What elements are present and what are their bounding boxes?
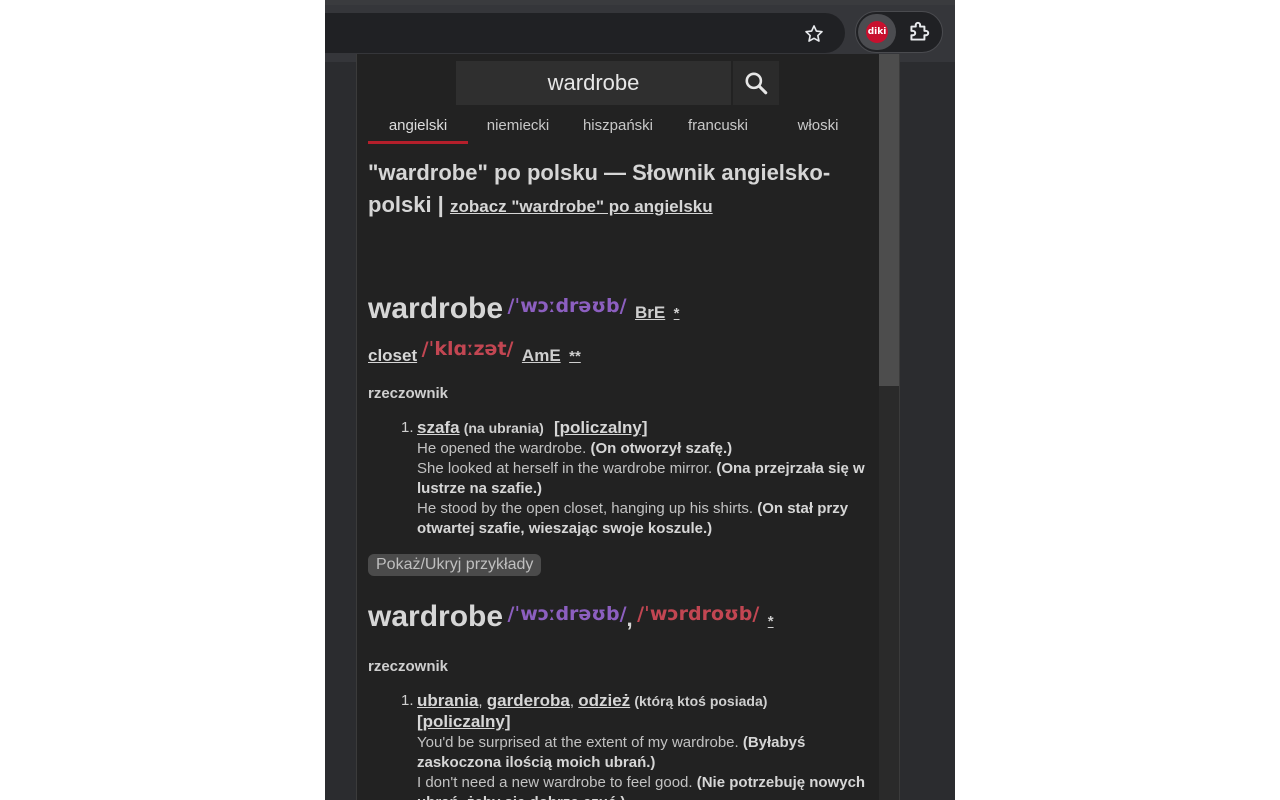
example-sentence: He opened the wardrobe. (On otworzył sza… [417,440,733,457]
meaning-body: ubrania, garderoba, odzież (którą ktoś p… [417,691,869,800]
translation-link[interactable]: szafa [417,418,460,437]
part-of-speech: rzeczownik [368,658,449,675]
tab-hiszpanski[interactable]: hiszpański [568,116,668,144]
meaning-number: 1. [401,419,414,436]
tab-niemiecki[interactable]: niemiecki [468,116,568,144]
grammar-tag[interactable]: [policzalny] [554,418,648,437]
headword: wardrobe [368,600,504,633]
headword-line-3: wardrobe /ˈwɔːdrəʊb/, /ˈwɔrdroʊb/ * [368,600,774,634]
meaning-number: 1. [401,692,414,709]
meaning-note: (na ubrania) [463,420,544,436]
tab-francuski[interactable]: francuski [668,116,768,144]
meaning-item: 1. szafa (na ubrania) [policzalny] He op… [401,418,869,539]
english-definition-link[interactable]: zobacz "wardrobe" po angielsku [450,197,713,216]
frequency-stars[interactable]: ** [569,348,581,365]
frequency-star[interactable]: * [674,305,680,322]
ipa-bre[interactable]: /ˈwɔːdrəʊb/ [507,603,626,625]
ipa-ame[interactable]: /ˈwɔrdroʊb/ [637,603,759,625]
example-sentence: You'd be surprised at the extent of my w… [417,734,806,771]
diki-popup: angielski niemiecki hiszpański francuski… [356,54,900,800]
ipa-ame[interactable]: /ˈklɑːzət/ [422,338,514,360]
address-bar[interactable] [325,13,845,53]
translation-link[interactable]: garderoba [487,691,570,710]
star-outline-icon[interactable] [803,23,825,45]
diki-logo-icon: diki [866,21,888,43]
tab-angielski[interactable]: angielski [368,116,468,144]
tab-wloski[interactable]: włoski [768,116,868,144]
browser-window: diki angielski niemiecki [325,0,955,800]
grammar-tag[interactable]: [policzalny] [417,712,511,731]
translation-link[interactable]: odzież [578,691,630,710]
search-button[interactable] [733,61,779,105]
headword-line-2: closet /ˈklɑːzət/ AmE ** [368,338,581,366]
ipa-bre[interactable]: /ˈwɔːdrəʊb/ [507,295,626,317]
page-title: "wardrobe" po polsku — Słownik angielsko… [368,157,858,223]
headword: wardrobe [368,292,504,325]
example-sentence: He stood by the open closet, hanging up … [417,500,849,537]
extensions-area: diki [855,11,943,53]
region-bre-label[interactable]: BrE [635,303,665,322]
frequency-star[interactable]: * [768,613,774,630]
meaning-item: 1. ubrania, garderoba, odzież (którą kto… [401,691,869,800]
separator-comma: , [626,606,633,631]
part-of-speech: rzeczownik [368,385,449,402]
headword-line-1: wardrobe /ˈwɔːdrəʊb/ BrE * [368,292,680,326]
example-sentence: She looked at herself in the wardrobe mi… [417,460,865,497]
region-ame-label[interactable]: AmE [522,346,561,365]
translation-link[interactable]: ubrania [417,691,478,710]
example-sentence: I don't need a new wardrobe to feel good… [417,774,866,800]
meaning-body: szafa (na ubrania) [policzalny] He opene… [417,418,869,539]
search-box [456,61,731,105]
alt-headword[interactable]: closet [368,346,417,365]
scrollbar-track[interactable] [879,54,899,800]
language-tabs: angielski niemiecki hiszpański francuski… [368,116,868,144]
diki-extension-button[interactable]: diki [858,14,896,50]
scrollbar-thumb[interactable] [879,54,899,386]
toggle-examples-button[interactable]: Pokaż/Ukryj przykłady [368,554,542,576]
meaning-note: (którą ktoś posiada) [634,693,768,709]
magnifier-icon [745,72,768,95]
puzzle-icon[interactable] [906,19,932,45]
search-input[interactable] [456,61,731,105]
